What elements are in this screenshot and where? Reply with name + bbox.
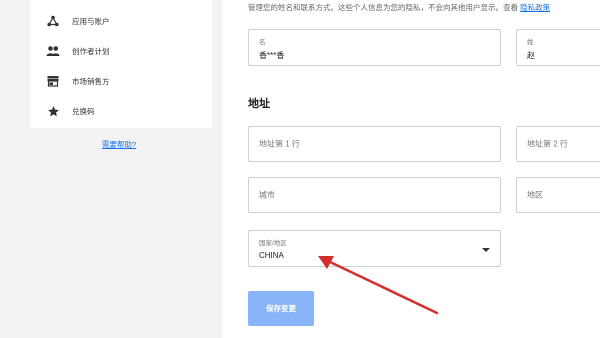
save-changes-button[interactable]: 保存变更 [248, 291, 314, 326]
intro-text: 管理您的姓名和联系方式。这些个人信息为您的隐私，不会向其他用户显示。查看 隐私政… [248, 2, 550, 13]
triangle-nodes-icon [46, 14, 60, 28]
intro-description: 管理您的姓名和联系方式。这些个人信息为您的隐私，不会向其他用户显示。查看 [248, 3, 518, 12]
sidebar-item-label: 市场销售方 [72, 76, 110, 86]
sidebar-item-apps-accounts[interactable]: 应用与账户 [46, 9, 206, 33]
last-name-field[interactable]: 姓 赵 [516, 29, 600, 66]
sidebar-item-label: 兑换码 [72, 106, 95, 116]
region-placeholder: 地区 [527, 190, 543, 200]
first-name-field[interactable]: 名 香***香 [248, 29, 501, 66]
city-placeholder: 城市 [259, 190, 275, 200]
address-line1-field[interactable]: 地址第 1 行 [248, 126, 501, 162]
privacy-policy-link[interactable]: 隐私政策 [520, 3, 550, 12]
help-link[interactable]: 需要帮助? [102, 139, 136, 150]
sidebar: 应用与账户 创作者计划 市场销售方 兑换码 [30, 0, 212, 128]
last-name-label: 姓 [527, 39, 534, 46]
address-line1-placeholder: 地址第 1 行 [259, 139, 300, 149]
last-name-value: 赵 [527, 51, 535, 60]
country-select[interactable]: 国家/地区 CHINA [248, 230, 501, 267]
sidebar-item-creator-program[interactable]: 创作者计划 [46, 39, 206, 63]
country-value: CHINA [259, 251, 284, 260]
sidebar-item-label: 创作者计划 [72, 46, 110, 56]
address-line2-placeholder: 地址第 2 行 [527, 139, 568, 149]
address-section-title: 地址 [248, 98, 270, 110]
sidebar-item-label: 应用与账户 [72, 16, 110, 26]
people-icon [46, 44, 60, 58]
sidebar-item-market-seller[interactable]: 市场销售方 [46, 69, 206, 93]
profile-form: 管理您的姓名和联系方式。这些个人信息为您的隐私，不会向其他用户显示。查看 隐私政… [222, 0, 600, 338]
store-icon [46, 74, 60, 88]
star-icon [46, 104, 60, 118]
first-name-value: 香***香 [259, 51, 285, 60]
dropdown-arrow-icon [482, 248, 490, 252]
sidebar-item-redeem-code[interactable]: 兑换码 [46, 99, 206, 123]
first-name-label: 名 [259, 39, 266, 46]
country-label: 国家/地区 [259, 240, 287, 247]
region-field[interactable]: 地区 [516, 177, 600, 213]
city-field[interactable]: 城市 [248, 177, 501, 213]
address-line2-field[interactable]: 地址第 2 行 [516, 126, 600, 162]
